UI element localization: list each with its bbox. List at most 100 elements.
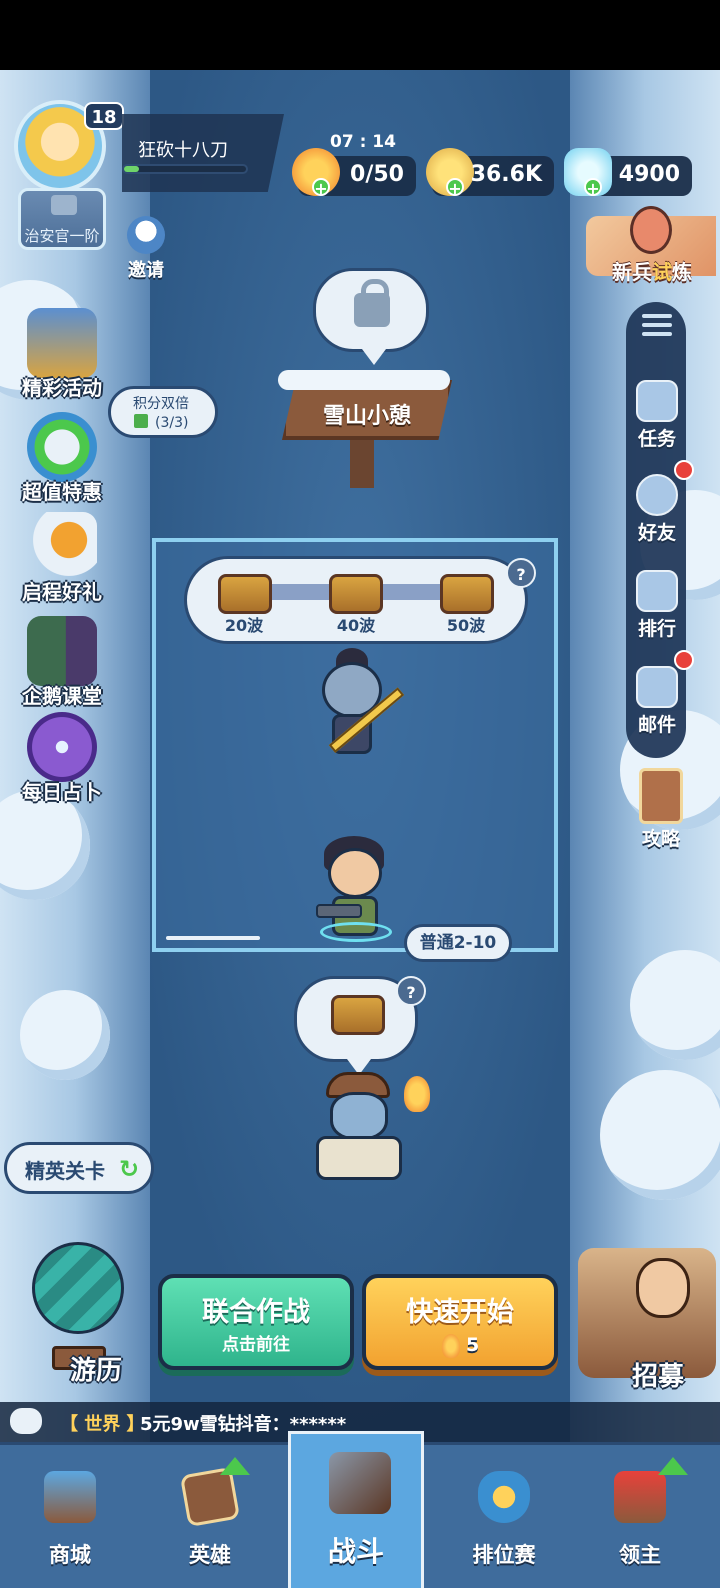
add-gold-icon[interactable]: +: [446, 178, 464, 198]
chat-channel: 【 世界 】: [60, 1414, 145, 1435]
menu-special-offers[interactable]: 超值特惠: [10, 412, 114, 505]
tab-heroes[interactable]: 英雄: [140, 1445, 280, 1588]
lord-banner-icon: [614, 1471, 666, 1523]
friends-icon: [636, 474, 678, 516]
hero-card-icon: [179, 1466, 241, 1528]
quick-start-button[interactable]: 快速开始 5: [362, 1274, 558, 1370]
snow-tree: [20, 990, 110, 1080]
rank-label: 治安官一阶: [24, 227, 100, 245]
menu-ranking-label: 排行: [637, 618, 676, 640]
menu-start-gift[interactable]: 启程好礼: [10, 512, 114, 605]
gold-value: 36.6K: [470, 162, 542, 187]
menu-friends-label: 好友: [637, 522, 676, 544]
xp-progress-bar: [122, 164, 248, 174]
double-points-title: 积分双倍: [133, 396, 189, 412]
wave-chest-icon[interactable]: [218, 574, 272, 614]
quick-start-cost: 5: [442, 1334, 502, 1360]
tab-shop[interactable]: 商城: [0, 1445, 140, 1588]
mail-icon: [636, 666, 678, 708]
invite-button[interactable]: 邀请: [122, 216, 170, 281]
help-icon[interactable]: ?: [396, 976, 426, 1006]
double-points-count: (3/3): [155, 415, 189, 431]
status-bar: [0, 0, 720, 70]
clock-icon: [27, 412, 97, 482]
bottom-nav: 商城 英雄 战斗 排位赛 领主: [0, 1431, 720, 1588]
menu-friends[interactable]: 好友: [626, 474, 688, 545]
tab-shop-label: 商城: [49, 1543, 91, 1567]
xp-progress-fill: [124, 166, 139, 172]
menu-ranking[interactable]: 排行: [626, 570, 688, 641]
menu-tasks[interactable]: 任务: [626, 380, 688, 451]
wave-chest-icon[interactable]: [440, 574, 494, 614]
trial-label-part: 新兵: [612, 260, 652, 284]
rest-sign-label: 雪山小憩: [322, 404, 411, 429]
elite-stage-label: 精英关卡: [25, 1159, 105, 1183]
wave-chest-label: 40波: [336, 616, 376, 635]
quick-start-title: 快速开始: [406, 1297, 514, 1328]
guide-button[interactable]: 攻略: [634, 768, 688, 851]
elite-stage-button[interactable]: 精英关卡 ↻: [4, 1142, 154, 1194]
boss-body: [316, 1136, 402, 1180]
tab-heroes-label: 英雄: [189, 1543, 231, 1567]
tab-lord-label: 领主: [619, 1543, 661, 1567]
coop-battle-title: 联合作战: [202, 1297, 310, 1328]
treasure-chest-icon: [27, 308, 97, 378]
energy-resource[interactable]: + 0/50: [292, 148, 416, 198]
stage-progress-line: [166, 936, 260, 940]
menu-events-label: 精彩活动: [22, 376, 102, 400]
invite-label: 邀请: [128, 260, 164, 281]
menu-start-gift-label: 启程好礼: [22, 580, 102, 604]
penguin-invite-icon: [127, 216, 165, 254]
warrior-face-icon: [630, 206, 672, 254]
hot-air-balloon-icon: [32, 1242, 124, 1334]
diamond-resource[interactable]: + 4900: [564, 148, 692, 198]
locked-bubble[interactable]: [313, 268, 429, 365]
boss-character: [300, 1072, 420, 1182]
quick-start-cost-value: 5: [466, 1334, 480, 1356]
menu-toggle-button[interactable]: [626, 298, 686, 362]
add-energy-icon[interactable]: +: [312, 178, 330, 198]
chat-icon: [10, 1408, 42, 1434]
tab-battle[interactable]: 战斗: [288, 1431, 424, 1588]
tab-lord[interactable]: 领主: [570, 1445, 710, 1588]
rank-emblem-icon: [51, 195, 77, 215]
snow-tree: [600, 1070, 720, 1200]
sign-snow: [278, 370, 450, 390]
griffin-icon: [27, 512, 97, 582]
add-diamond-icon[interactable]: +: [584, 178, 602, 198]
coop-battle-button[interactable]: 联合作战 点击前往: [158, 1274, 354, 1370]
guide-label: 攻略: [641, 828, 680, 850]
crystal-ball-icon: [27, 712, 97, 782]
menu-penguin-class-label: 企鹅课堂: [22, 684, 102, 708]
menu-tasks-label: 任务: [637, 428, 676, 450]
double-points-bubble: 积分双倍 (3/3): [108, 386, 218, 438]
trial-label-highlight: 试: [652, 260, 672, 284]
ranking-icon: [636, 570, 678, 612]
menu-mail[interactable]: 邮件: [626, 666, 688, 737]
recruit-trial-button[interactable]: 新兵试炼: [586, 206, 720, 298]
guide-book-icon: [639, 768, 683, 824]
player-level-badge: 18: [84, 102, 124, 130]
menu-events[interactable]: 精彩活动: [10, 308, 114, 401]
menu-daily-divination[interactable]: 每日占卜: [10, 712, 114, 805]
stage-tag: 普通2-10: [404, 924, 512, 962]
recruit-label: 招募: [632, 1362, 685, 1392]
player-name: 狂砍十八刀: [138, 140, 228, 161]
gun-icon: [316, 904, 362, 918]
gold-resource[interactable]: + 36.6K: [426, 148, 554, 198]
tab-ranked[interactable]: 排位赛: [434, 1445, 574, 1588]
boss-head: [330, 1092, 388, 1140]
task-icon: [636, 380, 678, 422]
wave-chest-label: 20波: [224, 616, 264, 635]
sign-post: [350, 436, 374, 488]
coop-battle-subtitle: 点击前往: [222, 1335, 290, 1355]
boss-chest-icon: [331, 995, 385, 1035]
rank-badge[interactable]: 治安官一阶: [18, 188, 106, 250]
energy-timer: 07 : 14: [330, 132, 396, 152]
menu-penguin-class[interactable]: 企鹅课堂: [10, 616, 114, 709]
shop-icon: [44, 1471, 96, 1523]
torch-icon: [404, 1076, 430, 1112]
wave-chest-icon[interactable]: [329, 574, 383, 614]
upgrade-arrow-icon: [220, 1457, 250, 1475]
help-icon[interactable]: ?: [506, 558, 536, 588]
